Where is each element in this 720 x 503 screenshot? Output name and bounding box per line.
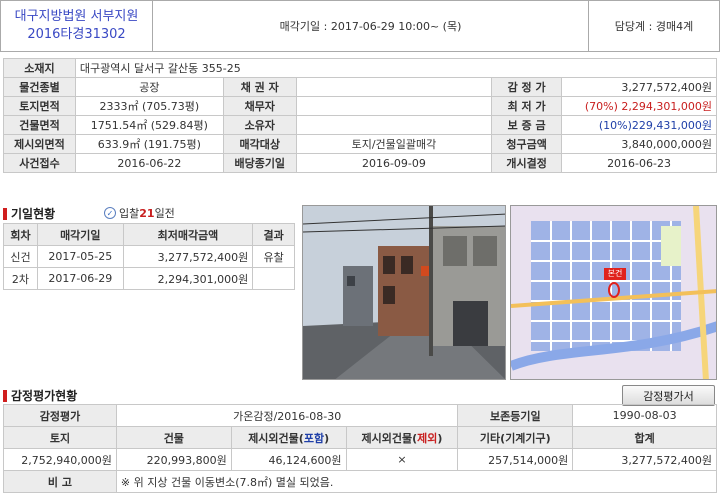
badge-days: 21: [139, 206, 155, 220]
land-area-value: 2333㎡ (705.73평): [74, 96, 224, 116]
note-value: ※ 위 지상 건물 이동변소(7.8㎡) 멸실 되었음.: [115, 470, 718, 493]
val-excl-included: 46,124,600원: [230, 448, 347, 471]
case-number: 2016타경31302: [27, 27, 126, 42]
excluded-area-label: 제시외면적: [3, 134, 76, 154]
excl-exc-prefix: 제시외건물(: [361, 431, 418, 445]
col-etc: 기타(기계기구): [457, 426, 574, 449]
col-excl-excluded: 제시외건물(제외): [345, 426, 459, 449]
history-title-text: 기일현황: [11, 207, 56, 221]
map-marker-label: 본건: [607, 269, 623, 278]
bid-countdown-badge: ✓ 입찰 21 일전: [104, 205, 175, 221]
history-price: 3,277,572,400원: [122, 245, 254, 268]
val-total: 3,277,572,400원: [572, 448, 717, 471]
receipt-date-value: 2016-06-22: [74, 153, 224, 173]
court-name: 대구지방법원 서부지원: [14, 9, 139, 24]
deposit-value: (10%)229,431,000원: [561, 115, 717, 135]
court-block: 대구지방법원 서부지원 2016타경31302: [1, 1, 153, 51]
appraisal-title-text: 감정평가현황: [11, 389, 78, 403]
col-building: 건물: [115, 426, 232, 449]
receipt-date-label: 사건접수: [3, 153, 76, 173]
location-label: 소재지: [3, 58, 76, 78]
excl-exc-word: 제외: [417, 431, 438, 445]
history-col-result: 결과: [252, 223, 295, 246]
appraisal-price-value: 3,277,572,400원: [561, 77, 717, 97]
appraisal-price-label: 감 정 가: [491, 77, 563, 97]
team-name: 담당계 : 경매4계: [614, 20, 694, 33]
claim-amount-value: 3,840,000,000원: [561, 134, 717, 154]
dividend-deadline-label: 배당종기일: [222, 153, 297, 173]
building-area-value: 1751.54㎡ (529.84평): [74, 115, 224, 135]
excl-inc-prefix: 제시외건물(: [248, 431, 304, 445]
map-image: [511, 206, 716, 379]
excluded-area-value: 633.9㎡ (191.75평): [74, 134, 224, 154]
table-row: 신건 2017-05-25 3,277,572,400원 유찰: [3, 245, 295, 268]
min-price-value: (70%) 2,294,301,000원: [561, 96, 717, 116]
history-col-date: 매각기일: [36, 223, 124, 246]
history-round: 신건: [3, 245, 38, 268]
sale-target-value: 토지/건물일괄매각: [295, 134, 493, 154]
badge-suffix: 일전: [154, 207, 175, 220]
excl-inc-suffix: ): [324, 431, 330, 445]
creditor-value: [295, 77, 493, 97]
history-date: 2017-06-29: [36, 267, 124, 290]
debtor-label: 채무자: [222, 96, 297, 116]
owner-label: 소유자: [222, 115, 297, 135]
appraisal-title: 감정평가현황: [3, 387, 77, 404]
start-decision-label: 개시결정: [491, 153, 563, 173]
appraisal-label: 감정평가: [3, 404, 117, 427]
owner-value: [295, 115, 493, 135]
min-price-label: 최 저 가: [491, 96, 563, 116]
preservation-value: 1990-08-03: [572, 404, 717, 427]
dividend-deadline-value: 2016-09-09: [295, 153, 493, 173]
type-label: 물건종별: [3, 77, 76, 97]
note-label: 비 고: [3, 470, 117, 493]
section-marker-icon: [3, 389, 7, 402]
location-map[interactable]: 본건: [510, 205, 717, 380]
location-value: 대구광역시 달서구 갈산동 355-25: [74, 58, 718, 78]
col-land: 토지: [3, 426, 117, 449]
history-col-price: 최저매각금액: [122, 223, 254, 246]
val-land: 2,752,940,000원: [3, 448, 117, 471]
claim-amount-label: 청구금액: [491, 134, 563, 154]
excl-inc-word: 포함: [303, 431, 325, 445]
val-etc: 257,514,000원: [457, 448, 574, 471]
table-row: 2차 2017-06-29 2,294,301,000원: [3, 267, 295, 290]
appraisal-table: 감정평가 가온감정/2016-08-30 보존등기일 1990-08-03 토지…: [3, 404, 718, 493]
history-title: 기일현황: [3, 205, 55, 222]
history-date: 2017-05-25: [36, 245, 124, 268]
preservation-label: 보존등기일: [457, 404, 574, 427]
col-excl-included: 제시외건물(포함): [230, 426, 347, 449]
val-excl-excluded: ×: [345, 448, 459, 471]
start-decision-value: 2016-06-23: [561, 153, 717, 173]
building-area-label: 건물면적: [3, 115, 76, 135]
auction-history-table: 회차 매각기일 최저매각금액 결과 신건 2017-05-25 3,277,57…: [3, 223, 295, 290]
history-result: 유찰: [252, 245, 295, 268]
history-col-round: 회차: [3, 223, 38, 246]
history-price: 2,294,301,000원: [122, 267, 254, 290]
auction-date: 매각기일 : 2017-06-29 10:00~ (목): [153, 1, 589, 51]
type-value: 공장: [74, 77, 224, 97]
street-photo-image: [303, 206, 505, 379]
history-round: 2차: [3, 267, 38, 290]
badge-prefix: 입찰: [119, 207, 140, 220]
case-header: 대구지방법원 서부지원 2016타경31302 매각기일 : 2017-06-2…: [0, 0, 720, 52]
excl-exc-suffix: ): [437, 431, 443, 445]
appraisal-report-button[interactable]: 감정평가서: [622, 385, 715, 406]
sale-target-label: 매각대상: [222, 134, 297, 154]
val-building: 220,993,800원: [115, 448, 232, 471]
table-row: 2,752,940,000원 220,993,800원 46,124,600원 …: [3, 448, 717, 471]
property-info-table: 소재지 대구광역시 달서구 갈산동 355-25 물건종별 공장 채 권 자 감…: [3, 58, 718, 173]
property-photo[interactable]: [302, 205, 506, 380]
col-total: 합계: [572, 426, 717, 449]
check-circle-icon: ✓: [104, 207, 116, 219]
history-result: [252, 267, 295, 290]
land-area-label: 토지면적: [3, 96, 76, 116]
appraisal-value: 가온감정/2016-08-30: [115, 404, 459, 427]
debtor-value: [295, 96, 493, 116]
creditor-label: 채 권 자: [222, 77, 297, 97]
deposit-label: 보 증 금: [491, 115, 563, 135]
section-marker-icon: [3, 207, 7, 220]
